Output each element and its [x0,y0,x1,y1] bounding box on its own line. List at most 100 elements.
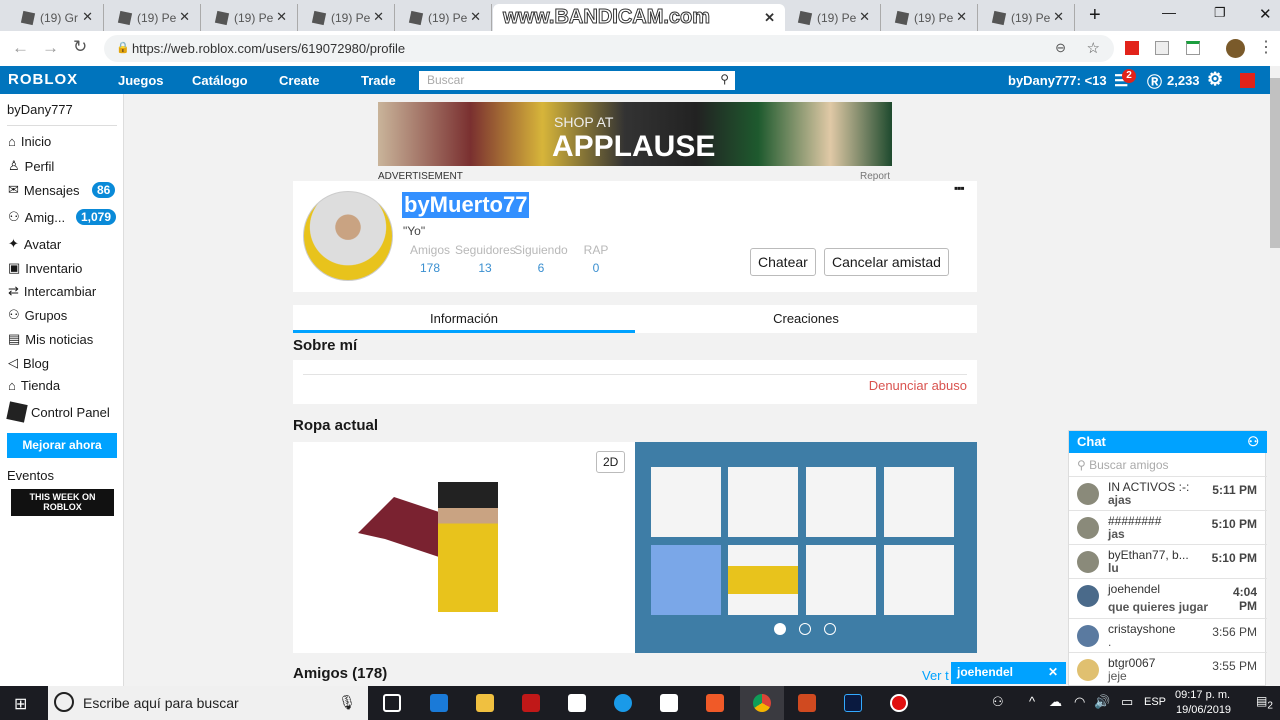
url-field[interactable]: 🔒 https://web.roblox.com/users/619072980/… [104,35,1114,62]
sidebar-item-blog[interactable]: ◁ Blog [8,355,49,371]
roblox-extension-icon[interactable] [1125,41,1139,55]
minimize-icon[interactable]: — [1162,4,1176,20]
mail-icon[interactable] [568,694,586,712]
bookmark-star-icon[interactable]: ☆ [1087,39,1100,57]
outfit-item[interactable] [806,467,876,537]
browser-tab[interactable]: (19) Pe ✕ [396,4,492,31]
sidebar-item-intercambiar[interactable]: ⇄ Intercambiar [8,283,96,299]
browser-tab[interactable]: (19) Pe ✕ [202,4,298,31]
chat-search-input[interactable]: ⚲ Buscar amigos [1069,453,1267,477]
back-icon[interactable]: ← [12,38,29,58]
extension-icon[interactable] [1155,41,1169,55]
chat-conversation[interactable]: IN ACTIVOS :-: ajas 5:11 PM [1069,477,1267,511]
chrome-taskbar-active[interactable] [740,686,784,720]
close-tab-icon[interactable]: ✕ [1053,9,1064,25]
stat-amigos[interactable]: Amigos 178 [400,243,460,275]
close-tab-icon[interactable]: ✕ [179,9,190,25]
zoom-out-icon[interactable]: ⊖ [1055,40,1066,56]
stat-rap[interactable]: RAP 0 [566,243,626,275]
wifi-icon[interactable]: ◠ [1074,694,1085,710]
clock-date[interactable]: 19/06/2019 [1176,704,1231,716]
sidebar-item-inicio[interactable]: ⌂ Inicio [8,134,51,149]
outfit-item[interactable] [651,467,721,537]
close-tab-icon[interactable]: ✕ [956,9,967,25]
close-tab-icon[interactable]: ✕ [859,9,870,25]
new-tab-icon[interactable]: + [1089,4,1101,27]
outfit-item[interactable] [728,467,798,537]
tab-informacion[interactable]: Información [293,305,635,333]
sidebar-item-mensajes[interactable]: ✉ Mensajes [8,182,80,198]
action-center-icon[interactable]: ▤2 [1256,694,1273,711]
language-indicator[interactable]: ESP [1144,696,1166,708]
outfit-item[interactable] [728,545,798,615]
carousel-dot-active[interactable] [774,623,786,635]
browser-tab[interactable]: (19) Pe ✕ [882,4,978,31]
task-view-icon[interactable] [383,694,401,712]
scrollbar-thumb[interactable] [1270,78,1280,248]
avatar-3d-view[interactable]: 2D [293,442,635,653]
sidebar-item-control-panel[interactable]: Control Panel [6,401,110,423]
sidebar-item-noticias[interactable]: ▤ Mis noticias [8,331,93,347]
people-icon[interactable]: ⚇ [992,694,1004,710]
restore-icon[interactable]: ❐ [1214,5,1226,21]
carousel-dot[interactable] [799,623,811,635]
sidebar-item-inventario[interactable]: ▣ Inventario [8,260,82,276]
roblox-logo[interactable]: ROBLOX [8,71,78,88]
chat-conversation[interactable]: byEthan77, b... lu 5:10 PM [1069,545,1267,579]
nav-catalogo[interactable]: Catálogo [192,73,248,88]
settings-gear-icon[interactable]: ⚙ [1207,69,1223,90]
tab-creaciones[interactable]: Creaciones [635,305,977,333]
page-scrollbar[interactable] [1270,66,1280,686]
browser-tab[interactable]: (19) Pe ✕ [785,4,881,31]
outfit-item[interactable] [651,545,721,615]
skype-icon[interactable] [614,694,632,712]
extension-shield-icon[interactable] [1186,41,1200,55]
taskbar-search-input[interactable]: Escribe aquí para buscar 🎙 [48,686,368,720]
file-explorer-icon[interactable] [476,694,494,712]
chat-header[interactable]: Chat ⚇ [1069,431,1267,453]
store-icon[interactable] [660,694,678,712]
nav-username[interactable]: byDany777: <13 [1008,73,1107,88]
2d-toggle-button[interactable]: 2D [596,451,626,473]
chat-conversation[interactable]: joehendel que quieres jugar 4:04 PM [1069,579,1267,619]
onedrive-icon[interactable]: ☁ [1049,694,1062,710]
browser-tab[interactable]: (19) Pe ✕ [299,4,395,31]
outfit-item[interactable] [884,467,954,537]
chat-conversation[interactable]: btgr0067 jeje 3:55 PM [1069,653,1267,687]
search-input[interactable]: Buscar ⚲ [419,71,735,90]
upgrade-button[interactable]: Mejorar ahora [7,433,117,458]
nav-trade[interactable]: Trade [361,73,396,88]
sidebar-item-tienda[interactable]: ⌂ Tienda [8,378,60,393]
outfit-item[interactable] [884,545,954,615]
brave-icon[interactable] [706,694,724,712]
photoshop-icon[interactable] [844,694,862,712]
robux-count[interactable]: 2,233 [1167,73,1200,88]
chat-conversation[interactable]: ######## jas 5:10 PM [1069,511,1267,545]
sidebar-username[interactable]: byDany777 [7,102,117,126]
stat-siguiendo[interactable]: Siguiendo 6 [511,243,571,275]
sidebar-item-grupos[interactable]: ⚇ Grupos [8,307,67,323]
search-icon[interactable]: ⚲ [720,72,729,86]
mcafee-icon[interactable] [522,694,540,712]
nav-create[interactable]: Create [279,73,319,88]
close-window-icon[interactable]: ✕ [1259,5,1272,23]
browser-tab[interactable]: (19) Pe ✕ [105,4,201,31]
sidebar-item-perfil[interactable]: ♙ Perfil [8,158,54,174]
sidebar-item-avatar[interactable]: ✦ Avatar [8,236,61,252]
browser-tab[interactable]: (19) Gr ✕ [8,4,104,31]
close-tab-icon[interactable]: ✕ [82,9,93,25]
nav-juegos[interactable]: Juegos [118,73,164,88]
see-all-link[interactable]: Ver t [922,668,949,683]
browser-tab[interactable]: (19) Pe ✕ [979,4,1075,31]
this-week-banner[interactable]: THIS WEEK ON ROBLOX [11,489,114,516]
chat-conversation[interactable]: cristayshone. 3:56 PM [1069,619,1267,653]
advertisement-banner[interactable]: SHOP AT APPLAUSE [378,102,892,166]
volume-icon[interactable]: 🔊 [1094,694,1110,710]
battery-icon[interactable]: ▭ [1121,694,1133,710]
profile-avatar-icon[interactable] [1226,39,1245,58]
close-chat-icon[interactable]: ✕ [1048,665,1058,679]
sidebar-item-amigos[interactable]: ⚇ Amig... [8,209,65,225]
show-hidden-icons[interactable]: ^ [1029,694,1035,709]
carousel-dot[interactable] [824,623,836,635]
menu-kebab-icon[interactable]: ⋮ [1258,37,1274,57]
